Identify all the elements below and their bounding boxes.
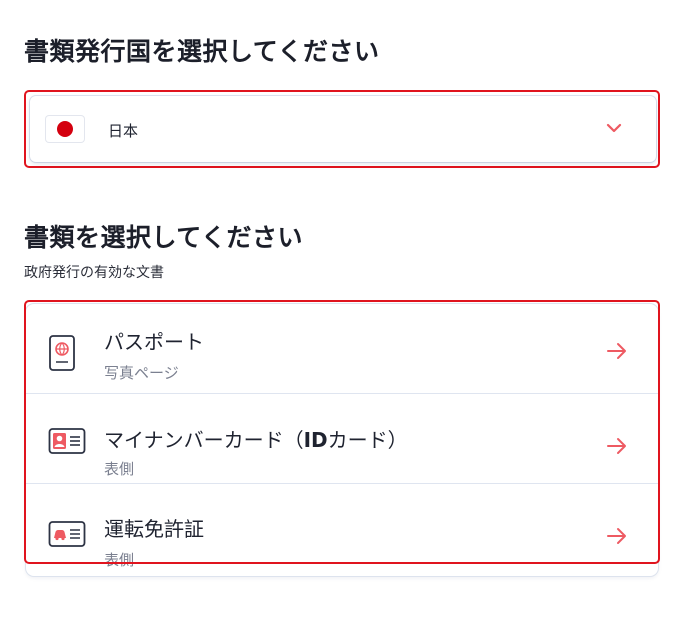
document-list-highlight xyxy=(24,300,660,564)
country-section-title: 書類発行国を選択してください xyxy=(24,37,380,66)
document-section-title: 書類を選択してください xyxy=(24,223,304,252)
selected-country-label: 日本 xyxy=(108,122,139,140)
flag-red-disc xyxy=(57,121,73,137)
japan-flag-icon xyxy=(46,116,84,142)
country-select-box[interactable]: 日本 xyxy=(30,96,656,162)
country-select[interactable]: 日本 xyxy=(24,90,660,168)
document-selection-page: 書類発行国を選択してください 日本 書類を選択してください 政府発行の有効な文書… xyxy=(0,0,678,638)
chevron-down-icon[interactable] xyxy=(604,118,624,138)
document-section-subtitle: 政府発行の有効な文書 xyxy=(24,265,164,281)
